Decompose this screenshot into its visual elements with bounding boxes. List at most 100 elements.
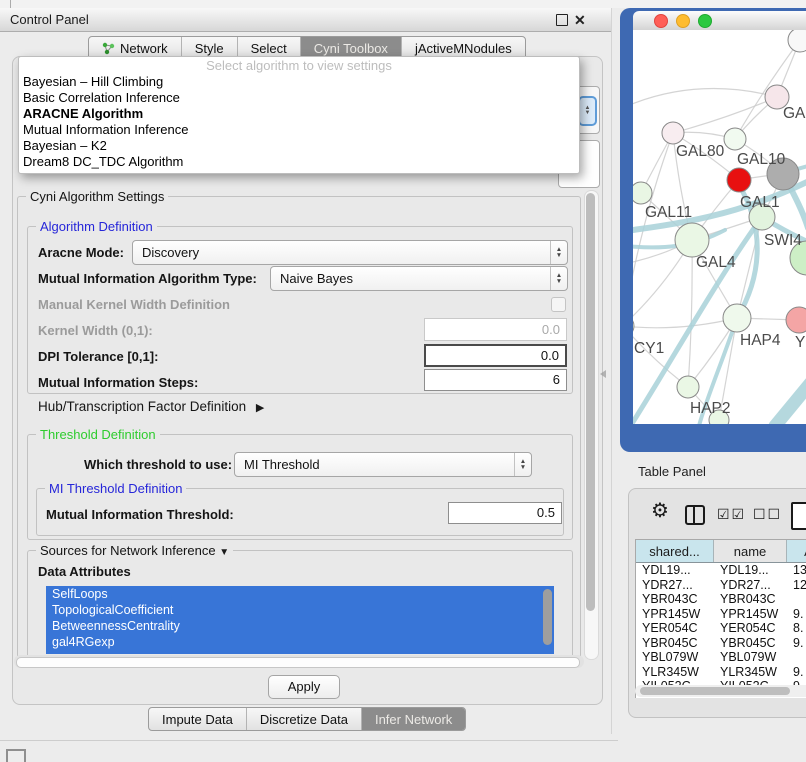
attribute-item-gal4rgexp[interactable]: gal4RGexp: [46, 634, 554, 650]
table-cell: YBR043C: [636, 592, 714, 607]
column-header-name[interactable]: name: [714, 540, 787, 562]
column-header-a[interactable]: A: [787, 540, 806, 562]
algorithm-dropdown-popup: Select algorithm to view settings Bayesi…: [18, 56, 580, 174]
combobox-spinner-icon[interactable]: ▲▼: [550, 241, 567, 264]
mini-window-icon[interactable]: [6, 749, 26, 762]
table-row[interactable]: YPR145WYPR145W9.: [636, 607, 806, 622]
manual-kernel-checkbox[interactable]: [551, 297, 566, 312]
zoom-traffic-light-icon[interactable]: [698, 14, 712, 28]
chevron-down-icon[interactable]: ▼: [219, 547, 229, 558]
dropdown-item-mutual-information-inference[interactable]: Mutual Information Inference: [19, 122, 579, 138]
which-threshold-label: Which threshold to use:: [84, 457, 232, 472]
network-node-y[interactable]: [786, 307, 806, 333]
dpi-tolerance-field[interactable]: 0.0: [424, 344, 567, 367]
dropdown-item-bayesian-hill-climbing[interactable]: Bayesian – Hill Climbing: [19, 74, 579, 90]
dropdown-item-bayesian-k2[interactable]: Bayesian – K2: [19, 138, 579, 154]
aracne-mode-label: Aracne Mode:: [38, 245, 124, 260]
combobox-spinner-icon[interactable]: ▲▼: [550, 267, 567, 290]
network-node-gal10[interactable]: [724, 128, 746, 150]
node-label-hap2: HAP2: [690, 400, 731, 417]
kernel-width-field[interactable]: 0.0: [424, 318, 567, 341]
mi-steps-field[interactable]: 6: [424, 369, 567, 391]
table-row[interactable]: YBL079WYBL079W: [636, 650, 806, 665]
tab-impute-data[interactable]: Impute Data: [149, 708, 246, 730]
network-node-gal80[interactable]: [662, 122, 684, 144]
aracne-mode-combobox[interactable]: Discovery ▲▼: [132, 240, 568, 265]
table-row[interactable]: YDL19...YDL19...13: [636, 563, 806, 578]
table-body: YDL19...YDL19...13YDR27...YDR27...12YBR0…: [636, 563, 806, 694]
tab-label: Infer Network: [375, 712, 452, 727]
table-row[interactable]: YBR043CYBR043C: [636, 592, 806, 607]
tab-discretize-data[interactable]: Discretize Data: [246, 708, 361, 730]
combobox-value: Discovery: [133, 241, 550, 264]
table-cell: [787, 592, 806, 607]
network-edge[interactable]: [673, 97, 777, 133]
split-columns-icon[interactable]: [685, 505, 705, 525]
data-attributes-list[interactable]: SelfLoopsTopologicalCoefficientBetweenne…: [46, 586, 554, 654]
attribute-item-betweennesscentrality[interactable]: BetweennessCentrality: [46, 618, 554, 634]
table-row[interactable]: YDR27...YDR27...12: [636, 578, 806, 593]
network-window-titlebar[interactable]: [633, 11, 806, 31]
mi-type-combobox[interactable]: Naive Bayes ▲▼: [270, 266, 568, 291]
close-panel-icon[interactable]: ✕: [574, 9, 586, 31]
dropdown-item-aracne-algorithm[interactable]: ARACNE Algorithm: [19, 106, 579, 122]
column-header-shared[interactable]: shared...: [636, 540, 714, 562]
network-node-gal4[interactable]: [675, 223, 709, 257]
table-cell: YPR145W: [714, 607, 787, 622]
vertical-scrollbar[interactable]: [584, 190, 599, 660]
which-threshold-combobox[interactable]: MI Threshold ▲▼: [234, 452, 532, 477]
combobox-spinner-icon[interactable]: ▲▼: [514, 453, 531, 476]
divider: [10, 0, 11, 8]
network-edge[interactable]: [633, 89, 777, 110]
node-table[interactable]: shared...nameA YDL19...YDL19...13YDR27..…: [635, 539, 806, 698]
network-edge[interactable]: [688, 240, 692, 387]
table-row[interactable]: YBR045CYBR045C9.: [636, 636, 806, 651]
attribute-item-selfloops[interactable]: SelfLoops: [46, 586, 554, 602]
network-graph[interactable]: GAL7GAL80GAL10GAL1GAL11SWI4GAL4HAP4YGCY1…: [633, 30, 806, 424]
table-cell: YDR27...: [714, 578, 787, 593]
apply-button[interactable]: Apply: [268, 675, 340, 699]
network-edge-highlighted[interactable]: [775, 380, 806, 424]
network-node-gal1[interactable]: [727, 168, 751, 192]
network-node-hap2[interactable]: [677, 376, 699, 398]
table-cell: YBL079W: [714, 650, 787, 665]
hub-definition-toggle[interactable]: Hub/Transcription Factor Definition ▶: [38, 399, 264, 414]
document-icon[interactable]: [791, 502, 806, 530]
table-panel-title: Table Panel: [638, 464, 706, 479]
network-node-hap4[interactable]: [723, 304, 751, 332]
table-cell: YDL19...: [714, 563, 787, 578]
deselect-all-checkboxes-icon[interactable]: ☐☐: [753, 506, 782, 523]
list-scrollbar[interactable]: [543, 589, 552, 645]
close-traffic-light-icon[interactable]: [654, 14, 668, 28]
network-node-gal11[interactable]: [633, 182, 652, 204]
attribute-item-topologicalcoefficient[interactable]: TopologicalCoefficient: [46, 602, 554, 618]
scrollbar-thumb[interactable]: [586, 193, 595, 611]
network-edge[interactable]: [633, 318, 737, 328]
scrollbar-thumb[interactable]: [16, 657, 580, 668]
network-node[interactable]: [788, 30, 806, 52]
tab-label: Impute Data: [162, 712, 233, 727]
float-panel-icon[interactable]: [556, 14, 568, 26]
mi-threshold-field[interactable]: 0.5: [448, 502, 562, 524]
table-cell: YBL079W: [636, 650, 714, 665]
minimize-traffic-light-icon[interactable]: [676, 14, 690, 28]
dropdown-item-basic-correlation-inference[interactable]: Basic Correlation Inference: [19, 90, 579, 106]
gear-icon[interactable]: ⚙: [651, 501, 669, 521]
network-node-gcy1[interactable]: [633, 315, 634, 337]
table-cell: YBR045C: [714, 636, 787, 651]
tab-infer-network[interactable]: Infer Network: [361, 708, 465, 730]
combobox-spinner-icon[interactable]: ▲▼: [578, 96, 597, 126]
tab-label: jActiveMNodules: [415, 41, 512, 56]
table-row[interactable]: YLR345WYLR345W9.: [636, 665, 806, 680]
table-horizontal-scrollbar[interactable]: [635, 685, 806, 697]
horizontal-scrollbar[interactable]: [14, 655, 584, 668]
splitpane-handle-icon[interactable]: [600, 370, 606, 378]
scrollbar-thumb[interactable]: [640, 687, 790, 695]
table-row[interactable]: YER054CYER054C8.: [636, 621, 806, 636]
dropdown-item-dream8-dc-tdc-algorithm[interactable]: Dream8 DC_TDC Algorithm: [19, 154, 579, 170]
node-label-y: Y: [795, 334, 805, 351]
select-all-checkboxes-icon[interactable]: ☑☑: [717, 506, 746, 523]
network-canvas[interactable]: GAL7GAL80GAL10GAL1GAL11SWI4GAL4HAP4YGCY1…: [633, 30, 806, 424]
chevron-right-icon[interactable]: ▶: [256, 402, 264, 414]
group-title: MI Threshold Definition: [45, 481, 186, 496]
